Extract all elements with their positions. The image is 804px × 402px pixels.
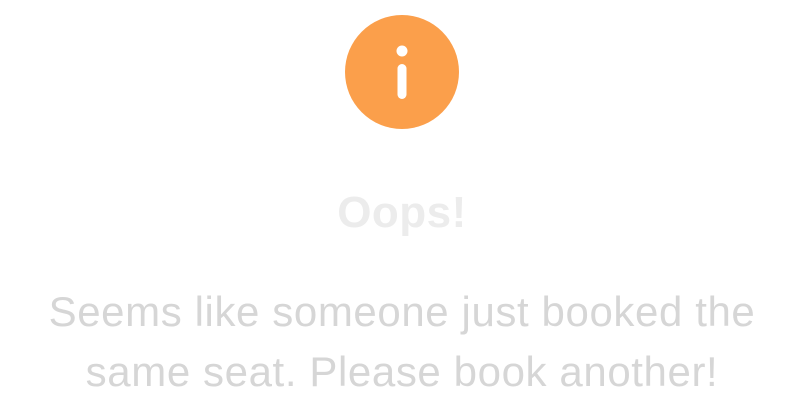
booking-conflict-dialog: Oops! Seems like someone just booked the… — [0, 0, 804, 402]
info-icon — [345, 15, 459, 129]
dialog-message: Seems like someone just booked the same … — [48, 288, 756, 395]
dialog-title: Oops! — [337, 188, 467, 237]
